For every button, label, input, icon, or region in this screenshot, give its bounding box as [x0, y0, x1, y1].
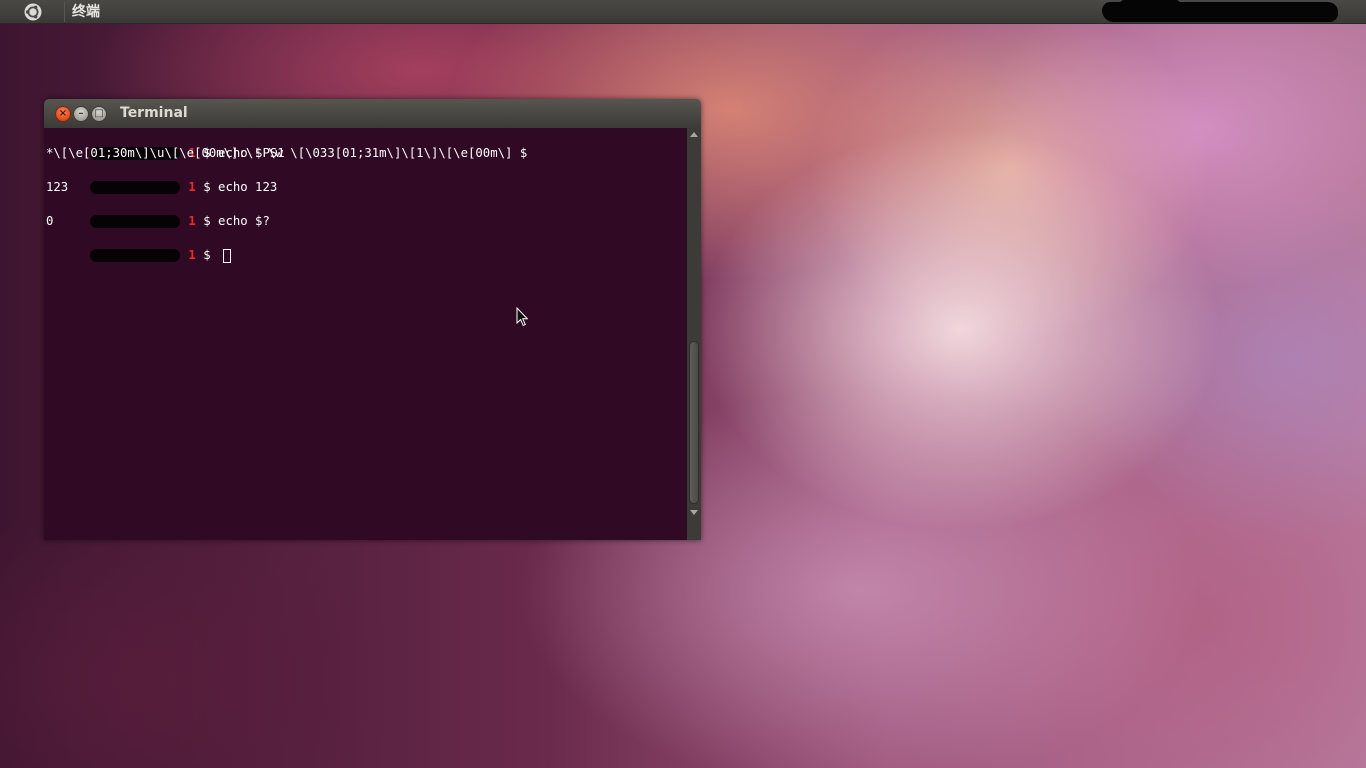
prompt-line: 1 $ echo 123 [46, 162, 277, 194]
command-text: $ echo 123 [195, 180, 278, 194]
terminal-output-area[interactable]: 1 $ echo $PS1 *\[\e[01;30m\]\u\[\e[00m\]… [44, 128, 687, 540]
minimize-icon: – [78, 108, 84, 119]
scroll-thumb[interactable] [689, 341, 699, 504]
scroll-down-arrow-icon[interactable] [690, 510, 698, 515]
vertical-scrollbar[interactable] [687, 128, 701, 540]
top-panel: 终端 [0, 0, 1366, 24]
redacted-username [90, 249, 181, 262]
terminal-window: × – □ Terminal 1 $ echo $PS1 *\[\e[01;30… [44, 99, 701, 540]
output-line: 123 [46, 180, 69, 194]
window-title: Terminal [120, 105, 188, 121]
redacted-username [90, 215, 181, 228]
output-line: *\[\e[01;30m\]\u\[\e[00m\]:\! \w \[\033[… [46, 146, 528, 160]
close-button[interactable]: × [55, 106, 71, 122]
output-line: 0 [46, 214, 54, 228]
prompt-line: 1 $ echo $? [46, 196, 270, 228]
maximize-button[interactable]: □ [91, 106, 107, 122]
prompt-line: 1 $ echo $PS1 [46, 128, 285, 160]
command-text: $ [195, 248, 219, 262]
redacted-username [90, 181, 181, 194]
ubuntu-logo-icon[interactable] [24, 3, 42, 21]
text-cursor [223, 248, 232, 263]
history-number: 1 [188, 180, 196, 194]
history-number: 1 [188, 248, 196, 262]
panel-separator [64, 2, 65, 22]
minimize-button[interactable]: – [73, 106, 89, 122]
history-number: 1 [188, 214, 196, 228]
window-titlebar[interactable]: × – □ Terminal [44, 99, 701, 128]
redacted-indicator-area[interactable] [1102, 2, 1338, 22]
scroll-up-arrow-icon[interactable] [690, 132, 698, 137]
maximize-icon: □ [94, 108, 104, 119]
active-app-title[interactable]: 终端 [72, 3, 100, 21]
mouse-pointer-icon [516, 307, 528, 327]
close-icon: × [58, 108, 68, 119]
prompt-line[interactable]: 1 $ [46, 230, 232, 263]
command-text: $ echo $? [195, 214, 270, 228]
